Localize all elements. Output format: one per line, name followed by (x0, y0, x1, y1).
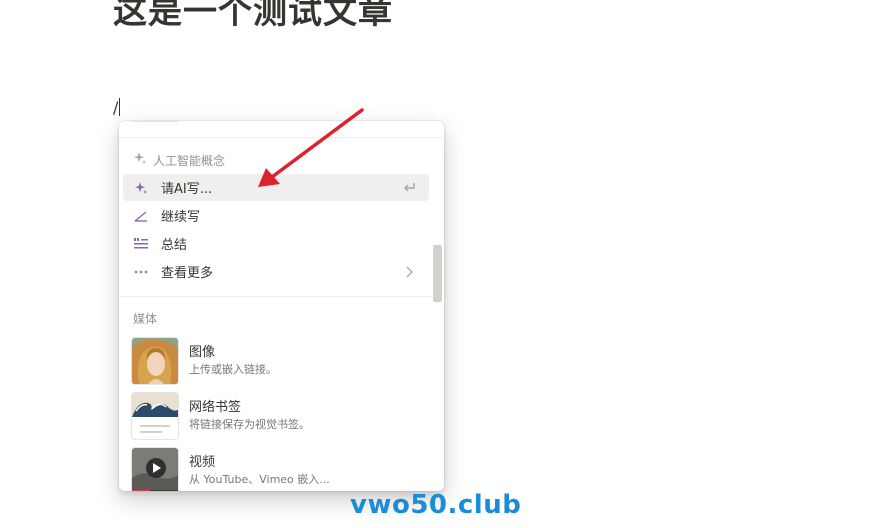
chevron-right-icon (401, 264, 417, 280)
media-item-title: 图像 (189, 345, 216, 360)
enter-icon (401, 180, 417, 196)
media-item-web-bookmark[interactable]: 网络书签 将链接保存为视觉书签。 (131, 391, 427, 441)
menu-item-label: 查看更多 (161, 266, 214, 281)
menu-item-label: 继续写 (161, 210, 201, 225)
ai-section-label-text: 人工智能概念 (153, 153, 226, 168)
sparkle-icon (133, 151, 147, 169)
watermark-text: vwo50.club (350, 490, 522, 520)
media-section-label: 媒体 (133, 312, 158, 326)
menu-scrollbar[interactable] (433, 137, 442, 491)
menu-scrollbar-thumb[interactable] (433, 245, 442, 302)
media-item-title: 视频 (189, 455, 216, 470)
menu-top-stub (131, 121, 179, 122)
editor-text: / (113, 98, 119, 117)
media-item-title: 网络书签 (189, 400, 242, 415)
media-item-image[interactable]: 图像 上传或嵌入链接。 (131, 336, 427, 386)
menu-item-label: 请AI写... (161, 182, 213, 197)
video-play-thumbnail (131, 447, 179, 491)
ai-section-label: 人工智能概念 (133, 151, 225, 169)
menu-item-summarize[interactable]: 总结 (123, 230, 429, 257)
sparkle-icon (133, 180, 149, 196)
angle-pen-icon (133, 208, 149, 224)
menu-item-label: 总结 (161, 238, 188, 253)
summary-lines-icon (133, 236, 149, 252)
more-dots-icon (133, 264, 149, 280)
media-item-video[interactable]: 视频 从 YouTube、Vimeo 嵌入... (131, 446, 427, 491)
slash-command-menu: 人工智能概念 请AI写... 继续写 总结 查看更多 媒体 图像 上传或嵌入链接… (119, 121, 444, 491)
media-item-description: 将链接保存为视觉书签。 (189, 418, 310, 431)
menu-item-see-more[interactable]: 查看更多 (123, 258, 429, 285)
portrait-painting-thumbnail (131, 337, 179, 385)
menu-divider (119, 296, 432, 297)
text-caret (119, 98, 121, 116)
editor-block[interactable]: / (113, 98, 121, 117)
wave-painting-bookmark-thumbnail (131, 392, 179, 440)
page-title: 这是一个测试文章 (113, 0, 393, 32)
menu-top-divider (119, 137, 444, 138)
media-item-description: 从 YouTube、Vimeo 嵌入... (189, 473, 330, 486)
menu-item-continue-writing[interactable]: 继续写 (123, 202, 429, 229)
media-item-description: 上传或嵌入链接。 (189, 363, 277, 376)
menu-item-ask-ai-write[interactable]: 请AI写... (123, 174, 429, 201)
